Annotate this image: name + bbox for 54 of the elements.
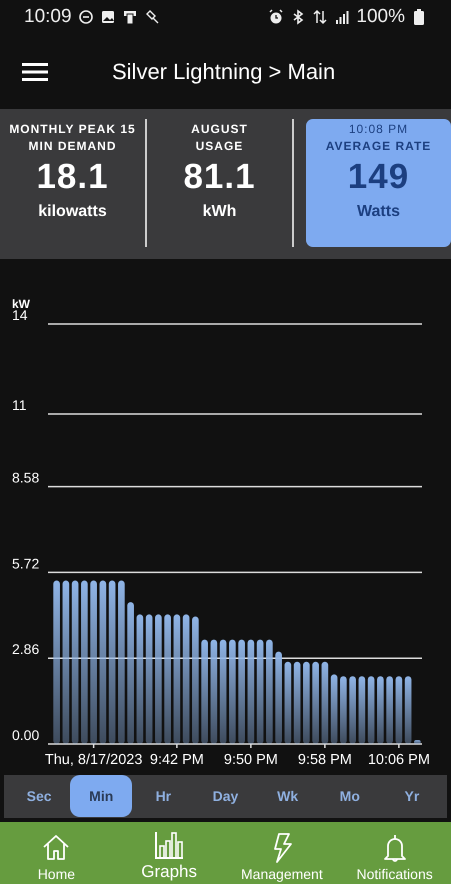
battery-level: 100% xyxy=(356,6,405,28)
image-icon xyxy=(100,9,116,26)
bar xyxy=(340,676,347,744)
do-not-disturb-icon xyxy=(78,9,94,26)
stat-value: 18.1 xyxy=(36,157,109,198)
bar xyxy=(386,676,393,744)
stat-time: 10:08 PM xyxy=(348,121,408,138)
bar xyxy=(349,676,356,744)
period-tab[interactable]: Hr xyxy=(132,775,194,818)
stat-label: AVERAGE RATE xyxy=(326,138,432,156)
bar xyxy=(414,740,421,744)
x-axis-label: 10:06 PM xyxy=(368,752,430,768)
nav-tab[interactable]: Graphs xyxy=(114,828,224,884)
flashlight-icon xyxy=(144,9,160,26)
stat-value: 81.1 xyxy=(183,157,256,198)
alarm-icon xyxy=(268,9,284,26)
period-tab[interactable]: Wk xyxy=(256,775,319,818)
stat-label: AUGUST USAGE xyxy=(191,121,248,156)
menu-icon xyxy=(22,62,48,82)
bar xyxy=(330,674,338,744)
stat-unit: kilowatts xyxy=(38,203,107,222)
y-axis-label: 5.72 xyxy=(12,555,40,571)
app-title: Silver Lightning > Main xyxy=(112,59,336,86)
signal-icon xyxy=(334,9,350,26)
bar xyxy=(358,676,366,744)
stat-unit: kWh xyxy=(202,203,236,222)
device-icon xyxy=(122,9,138,26)
y-axis-label: 0.00 xyxy=(12,726,40,743)
bar xyxy=(396,676,402,744)
y-axis-label: 11 xyxy=(12,396,27,413)
nav-tab[interactable]: Management xyxy=(226,832,337,884)
period-tab[interactable]: Min xyxy=(70,775,132,818)
menu-button[interactable] xyxy=(22,62,48,82)
y-axis-label: 2.86 xyxy=(12,640,40,657)
data-transfer-icon xyxy=(312,9,328,26)
x-axis-label: 9:42 PM xyxy=(150,752,204,768)
period-tab[interactable]: Yr xyxy=(380,775,443,818)
bar xyxy=(377,676,384,744)
y-axis-label: 8.58 xyxy=(12,469,40,486)
battery-icon xyxy=(411,9,427,26)
stat-value: 149 xyxy=(348,157,410,198)
nav-tab[interactable]: Home xyxy=(1,832,112,884)
bar xyxy=(368,676,374,744)
period-tab[interactable]: Day xyxy=(194,775,257,818)
period-tab[interactable]: Mo xyxy=(318,775,381,818)
bar xyxy=(404,676,412,744)
stat-unit: Watts xyxy=(357,203,400,222)
period-tab[interactable]: Sec xyxy=(8,775,70,818)
nav-tab[interactable]: Notifications xyxy=(340,832,450,884)
stat-label: MONTHLY PEAK 15 MIN DEMAND xyxy=(9,121,136,156)
x-axis-label: 9:50 PM xyxy=(224,752,278,768)
status-time: 10:09 xyxy=(24,6,72,28)
x-axis-label: Thu, 8/17/2023 xyxy=(44,752,142,768)
x-axis-label: 9:58 PM xyxy=(298,752,352,768)
